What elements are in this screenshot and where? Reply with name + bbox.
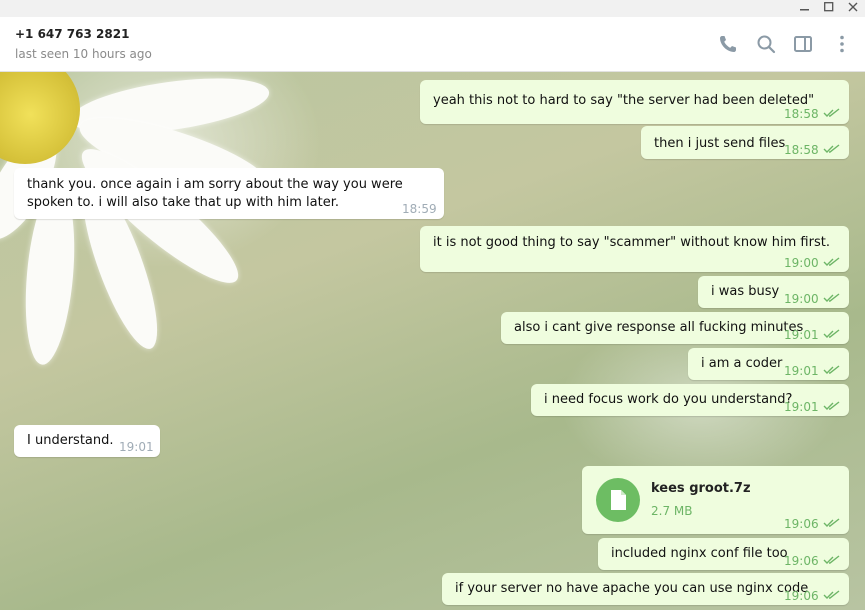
message-bubble-outgoing[interactable]: if your server no have apache you can us… <box>442 573 849 605</box>
double-check-icon <box>823 365 840 374</box>
message-text: also i cant give response all fucking mi… <box>514 320 804 335</box>
message-text: it is not good thing to say "scammer" wi… <box>433 235 830 250</box>
message-time: 18:58 <box>784 143 819 157</box>
maximize-button[interactable] <box>819 0 839 15</box>
message-bubble-outgoing[interactable]: i am a coder 19:01 <box>688 348 849 380</box>
message-text: yeah this not to hard to say "the server… <box>433 93 815 108</box>
more-vertical-icon <box>840 35 844 53</box>
file-icon <box>611 490 626 510</box>
message-text: if your server no have apache you can us… <box>455 581 809 596</box>
double-check-icon <box>823 329 840 338</box>
toggle-sidebar-button[interactable] <box>792 33 814 55</box>
window-title-bar <box>0 0 865 17</box>
message-time: 18:58 <box>784 107 819 121</box>
file-name: kees groot.7z <box>651 481 751 496</box>
message-bubble-outgoing[interactable]: also i cant give response all fucking mi… <box>501 312 849 344</box>
double-check-icon <box>823 590 840 599</box>
message-bubble-outgoing[interactable]: it is not good thing to say "scammer" wi… <box>420 226 849 272</box>
double-check-icon <box>823 401 840 410</box>
close-icon <box>848 2 858 12</box>
message-text: i need focus work do you understand? <box>544 392 793 407</box>
message-bubble-incoming[interactable]: I understand. 19:01 <box>14 425 160 457</box>
sidebar-toggle-icon <box>794 36 812 52</box>
message-text: then i just send files <box>654 136 786 151</box>
message-bubble-outgoing[interactable]: included nginx conf file too 19:06 <box>598 538 849 570</box>
double-check-icon <box>823 293 840 302</box>
file-size: 2.7 MB <box>651 504 693 518</box>
maximize-icon <box>824 2 834 12</box>
message-bubble-incoming[interactable]: thank you. once again i am sorry about t… <box>14 168 444 219</box>
message-time: 19:00 <box>784 256 819 270</box>
call-button[interactable] <box>717 33 739 55</box>
message-time: 18:59 <box>402 202 437 216</box>
file-download-button[interactable] <box>596 478 640 522</box>
message-text: i am a coder <box>701 356 783 371</box>
phone-icon <box>720 36 736 52</box>
close-button[interactable] <box>843 0 863 15</box>
message-time: 19:00 <box>784 292 819 306</box>
message-bubble-outgoing[interactable]: yeah this not to hard to say "the server… <box>420 80 849 124</box>
double-check-icon <box>823 518 840 527</box>
message-bubble-outgoing[interactable]: then i just send files 18:58 <box>641 126 849 159</box>
message-time: 19:01 <box>784 328 819 342</box>
minimize-button[interactable] <box>795 0 815 15</box>
chat-header: +1 647 763 2821 last seen 10 hours ago <box>0 17 865 72</box>
search-icon <box>757 35 776 54</box>
message-text: I understand. <box>27 433 114 448</box>
message-time: 19:06 <box>784 589 819 603</box>
double-check-icon <box>823 257 840 266</box>
message-bubble-outgoing[interactable]: i need focus work do you understand? 19:… <box>531 384 849 416</box>
file-message-bubble[interactable]: kees groot.7z 2.7 MB 19:06 <box>582 466 849 534</box>
double-check-icon <box>823 555 840 564</box>
message-time: 19:01 <box>119 440 154 454</box>
last-seen-status: last seen 10 hours ago <box>15 47 152 61</box>
minimize-icon <box>800 9 809 11</box>
message-text: thank you. once again i am sorry about t… <box>27 177 403 210</box>
double-check-icon <box>823 144 840 153</box>
message-time: 19:01 <box>784 400 819 414</box>
message-time: 19:06 <box>784 554 819 568</box>
double-check-icon <box>823 108 840 117</box>
message-text: included nginx conf file too <box>611 546 788 561</box>
message-text: i was busy <box>711 284 780 299</box>
search-button[interactable] <box>755 33 777 55</box>
message-time: 19:01 <box>784 364 819 378</box>
message-bubble-outgoing[interactable]: i was busy 19:00 <box>698 276 849 308</box>
more-menu-button[interactable] <box>831 33 853 55</box>
message-time: 19:06 <box>784 517 819 531</box>
contact-name[interactable]: +1 647 763 2821 <box>15 27 129 41</box>
